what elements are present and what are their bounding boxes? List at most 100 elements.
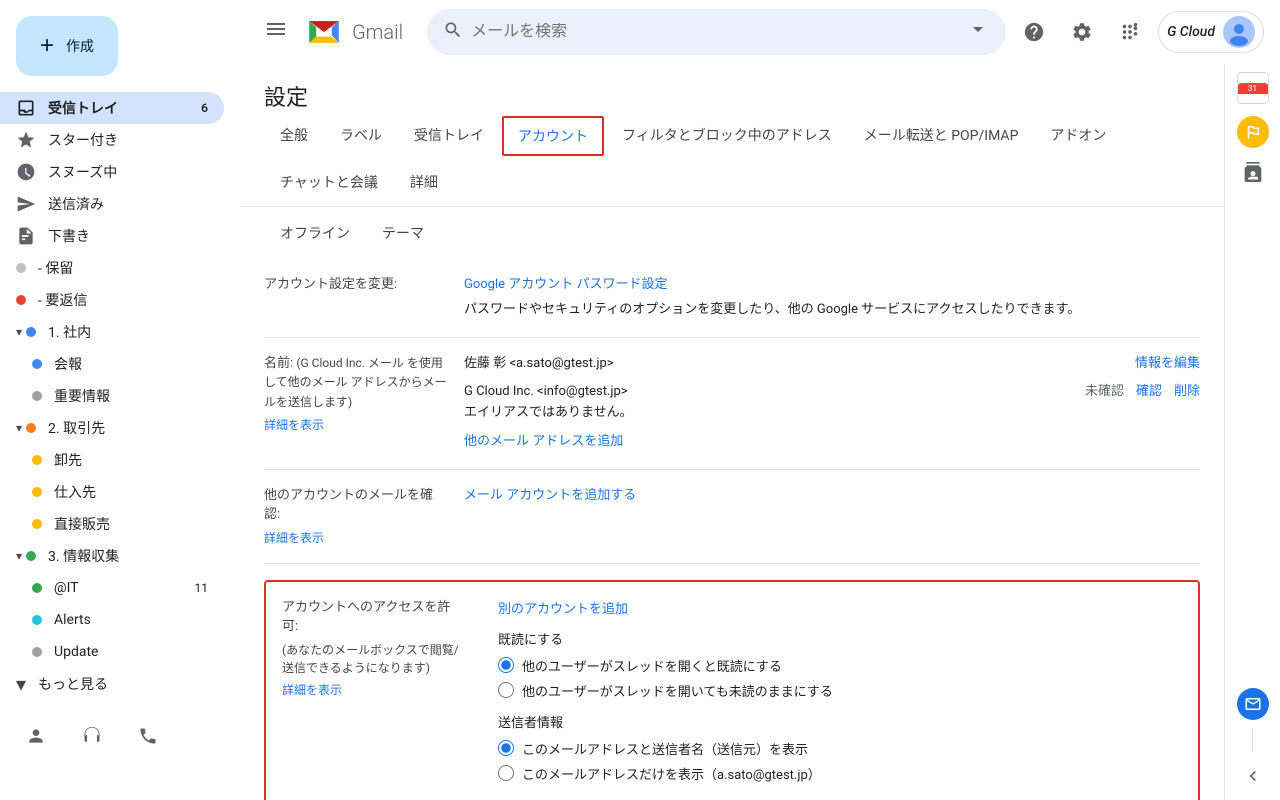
sidebar-item-sent[interactable]: 送信済み: [0, 188, 224, 220]
gmail-plugin-button[interactable]: [1237, 688, 1269, 720]
sidebar-item-drafts[interactable]: 下書き: [0, 220, 224, 252]
access-content: 別のアカウントを追加 既読にする 他のユーザーがスレッドを開くと既読にする: [498, 598, 1182, 791]
tab-addons[interactable]: アドオン: [1034, 113, 1122, 160]
subtab-offline[interactable]: オフライン: [264, 215, 366, 251]
read-option2-radio[interactable]: [498, 682, 514, 698]
phone-icon[interactable]: [128, 716, 168, 756]
google-account-link[interactable]: Google アカウント パスワード設定: [464, 277, 668, 292]
tab-advanced[interactable]: 詳細: [394, 160, 454, 207]
sidebar-item-snoozed[interactable]: スヌーズ中: [0, 156, 224, 188]
content-wrapper: 設定 全般 ラベル 受信トレイ アカウント フィルタとブロック中のアドレス メー…: [240, 64, 1280, 800]
edit-info-link[interactable]: 情報を編集: [1135, 354, 1200, 375]
other-accounts-detail-link[interactable]: 詳細を表示: [264, 529, 448, 547]
right-panel-divider: [1252, 728, 1253, 752]
sidebar-item-alerts[interactable]: Alerts: [0, 604, 224, 636]
sidebar-footer: [0, 708, 240, 764]
more-link[interactable]: ▾ もっと見る: [0, 668, 240, 700]
contacts-button[interactable]: [1237, 156, 1269, 188]
topbar-right: G Cloud: [1014, 11, 1264, 53]
tab-forwarding[interactable]: メール転送と POP/IMAP: [848, 113, 1035, 160]
name-detail-link[interactable]: 詳細を表示: [264, 416, 448, 434]
sidebar-item-kaigi[interactable]: 会報: [0, 348, 224, 380]
sidebar-item-label: Alerts: [54, 612, 91, 628]
sender-option2[interactable]: このメールアドレスだけを表示（a.sato@gtest.jp）: [498, 764, 1182, 783]
alerts-dot: [32, 615, 42, 625]
tab-inbox[interactable]: 受信トレイ: [398, 113, 500, 160]
settings-button[interactable]: [1062, 12, 1102, 52]
tab-chat[interactable]: チャットと会議: [264, 160, 394, 207]
sender-radio-group: このメールアドレスと送信者名（送信元）を表示 このメールアドレスだけを表示（a.…: [498, 739, 1182, 783]
sidebar: + 作成 受信トレイ 6 スター付き スヌーズ中 送信済み 下書き - 保留: [0, 0, 240, 800]
add-account-link[interactable]: メール アカウントを追加する: [464, 488, 636, 503]
apps-button[interactable]: [1110, 12, 1150, 52]
sidebar-item-juyo[interactable]: 重要情報: [0, 380, 224, 412]
tab-account[interactable]: アカウント: [502, 116, 604, 156]
sidebar-item-starred[interactable]: スター付き: [0, 124, 224, 156]
search-icon: [443, 20, 463, 44]
section3-dot: [26, 551, 36, 561]
unconfirmed-status: 未確認: [1085, 382, 1124, 403]
name-row: 名前: (G Cloud Inc. メール を使用して他のメール アドレスからメ…: [264, 338, 1200, 470]
sidebar-item-label: 卸先: [54, 450, 82, 470]
headset-icon[interactable]: [72, 716, 112, 756]
name-primary: 佐藤 彰 <a.sato@gtest.jp>: [464, 354, 614, 375]
sidebar-item-shiire[interactable]: 仕入先: [0, 476, 224, 508]
tasks-button[interactable]: [1237, 116, 1269, 148]
sidebar-item-label: 下書き: [48, 226, 90, 246]
sidebar-item-choku[interactable]: 直接販売: [0, 508, 224, 540]
sidebar-item-inbox[interactable]: 受信トレイ 6: [0, 92, 224, 124]
help-button[interactable]: [1014, 12, 1054, 52]
access-detail-link[interactable]: 詳細を表示: [282, 681, 466, 699]
calendar-badge-container: 31: [1237, 72, 1269, 104]
tab-labels[interactable]: ラベル: [324, 113, 398, 160]
delete-link[interactable]: 削除: [1174, 382, 1200, 403]
compose-button[interactable]: + 作成: [16, 16, 118, 76]
add-address-link[interactable]: 他のメール アドレスを追加: [464, 434, 623, 449]
right-panel-bottom: [1237, 688, 1269, 792]
star-icon: [16, 130, 36, 150]
sidebar-item-label: 送信済み: [48, 194, 104, 214]
send-icon: [16, 194, 36, 214]
confirm-link[interactable]: 確認: [1136, 382, 1162, 403]
sidebar-item-update[interactable]: Update: [0, 636, 224, 668]
person-icon[interactable]: [16, 716, 56, 756]
tab-general[interactable]: 全般: [264, 113, 324, 160]
read-option1-radio[interactable]: [498, 657, 514, 673]
expand-panel-button[interactable]: [1237, 760, 1269, 792]
sidebar-item-uriage[interactable]: 卸先: [0, 444, 224, 476]
reserved-dot: [16, 263, 26, 273]
read-option2[interactable]: 他のユーザーがスレッドを開いても未読のままにする: [498, 681, 1182, 700]
kaigi-dot: [32, 359, 42, 369]
other-accounts-label: 他のアカウントのメールを確認: 詳細を表示: [264, 486, 464, 547]
sidebar-item-reserved[interactable]: - 保留: [0, 252, 224, 284]
hamburger-button[interactable]: [256, 9, 296, 54]
section3-label: 3. 情報収集: [48, 546, 119, 566]
tab-filters[interactable]: フィルタとブロック中のアドレス: [606, 113, 848, 160]
sidebar-item-label: @IT: [54, 580, 79, 596]
search-dropdown-icon[interactable]: [966, 17, 990, 46]
account-change-value: Google アカウント パスワード設定 パスワードやセキュリティのオプションを…: [464, 275, 1200, 321]
search-input[interactable]: [471, 23, 958, 41]
avatar: [1223, 16, 1255, 48]
right-panel: 31: [1224, 64, 1280, 800]
access-label-col: アカウントへのアクセスを許可: (あなたのメールボックスで閲覧/送信できるように…: [282, 598, 482, 791]
compose-icon: +: [40, 32, 54, 60]
account-change-label: アカウント設定を変更:: [264, 275, 464, 295]
more-label: もっと見る: [38, 674, 108, 694]
section3-header[interactable]: ▾ 3. 情報収集: [0, 540, 240, 572]
account-button[interactable]: G Cloud: [1158, 11, 1264, 53]
subtab-theme[interactable]: テーマ: [366, 215, 440, 251]
sender-option2-radio[interactable]: [498, 765, 514, 781]
read-option1[interactable]: 他のユーザーがスレッドを開くと既読にする: [498, 656, 1182, 675]
section2-header[interactable]: ▾ 2. 取引先: [0, 412, 240, 444]
main-area: Gmail G Cloud: [240, 0, 1280, 800]
add-another-link[interactable]: 別のアカウントを追加: [498, 602, 628, 617]
sidebar-item-atit[interactable]: @IT 11: [0, 572, 224, 604]
calendar-button[interactable]: 31: [1237, 72, 1269, 104]
sidebar-item-label: 受信トレイ: [48, 98, 118, 118]
sidebar-item-reply[interactable]: - 要返信: [0, 284, 224, 316]
sender-option1-radio[interactable]: [498, 740, 514, 756]
settings-subtabs: オフライン テーマ: [240, 207, 1224, 259]
sender-option1[interactable]: このメールアドレスと送信者名（送信元）を表示: [498, 739, 1182, 758]
section1-header[interactable]: ▾ 1. 社内: [0, 316, 240, 348]
